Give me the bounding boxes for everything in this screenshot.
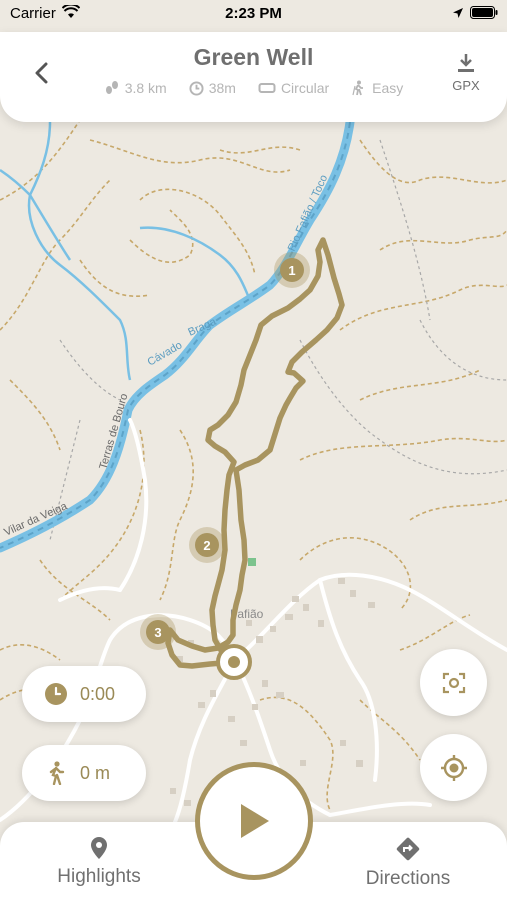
distance-value: 3.8 km [124, 80, 167, 96]
clock-icon [44, 682, 68, 706]
fit-route-button[interactable] [420, 649, 487, 716]
status-bar: Carrier 2:23 PM [0, 0, 507, 28]
walker-icon [44, 761, 68, 785]
hiker-icon [352, 80, 364, 96]
download-icon [458, 54, 474, 72]
difficulty-value: Easy [372, 80, 404, 96]
marker-3[interactable]: 3 [140, 614, 176, 650]
stat-route-type: Circular [258, 80, 329, 96]
clock-icon [189, 80, 204, 96]
timer-pill: 0:00 [22, 666, 146, 722]
tab-directions[interactable]: Directions [343, 836, 473, 890]
park-marker [248, 558, 256, 566]
focus-frame-icon [442, 672, 465, 693]
play-icon [241, 804, 269, 838]
start-tracking-button[interactable] [195, 762, 313, 880]
distance-pill: 0 m [22, 745, 146, 801]
gpx-label: GPX [452, 78, 480, 93]
crosshair-icon [440, 754, 467, 781]
footsteps-icon [105, 81, 118, 94]
circular-route-icon [258, 83, 276, 93]
trail-stats: 3.8 km 38m Circular Easy [0, 80, 507, 96]
distance-walked-value: 0 m [80, 762, 111, 783]
route-type-value: Circular [280, 80, 330, 96]
svg-text:2: 2 [203, 538, 210, 553]
marker-1[interactable]: 1 [274, 252, 310, 288]
marker-2[interactable]: 2 [189, 527, 225, 563]
stat-duration: 38m [189, 80, 236, 96]
svg-text:1: 1 [288, 263, 295, 278]
tab-highlights[interactable]: Highlights [34, 836, 164, 888]
stat-distance: 3.8 km [104, 80, 167, 96]
trail-title: Green Well [193, 44, 314, 70]
directions-icon [396, 837, 420, 861]
svg-text:3: 3 [154, 625, 161, 640]
start-point-marker[interactable] [216, 644, 252, 680]
location-arrow-icon [452, 6, 464, 24]
my-location-button[interactable] [420, 734, 487, 801]
tab-highlights-label: Highlights [57, 866, 141, 887]
battery-icon [470, 6, 498, 24]
gpx-download-button[interactable]: GPX [449, 52, 483, 93]
tab-directions-label: Directions [365, 868, 451, 889]
status-time: 2:23 PM [225, 5, 282, 22]
timer-value: 0:00 [80, 683, 116, 704]
header-card: Green Well 3.8 km 38m Circular Easy GPX [0, 32, 507, 122]
stat-difficulty: Easy [351, 80, 403, 96]
map-pin-icon [91, 837, 107, 859]
duration-value: 38m [208, 80, 236, 96]
